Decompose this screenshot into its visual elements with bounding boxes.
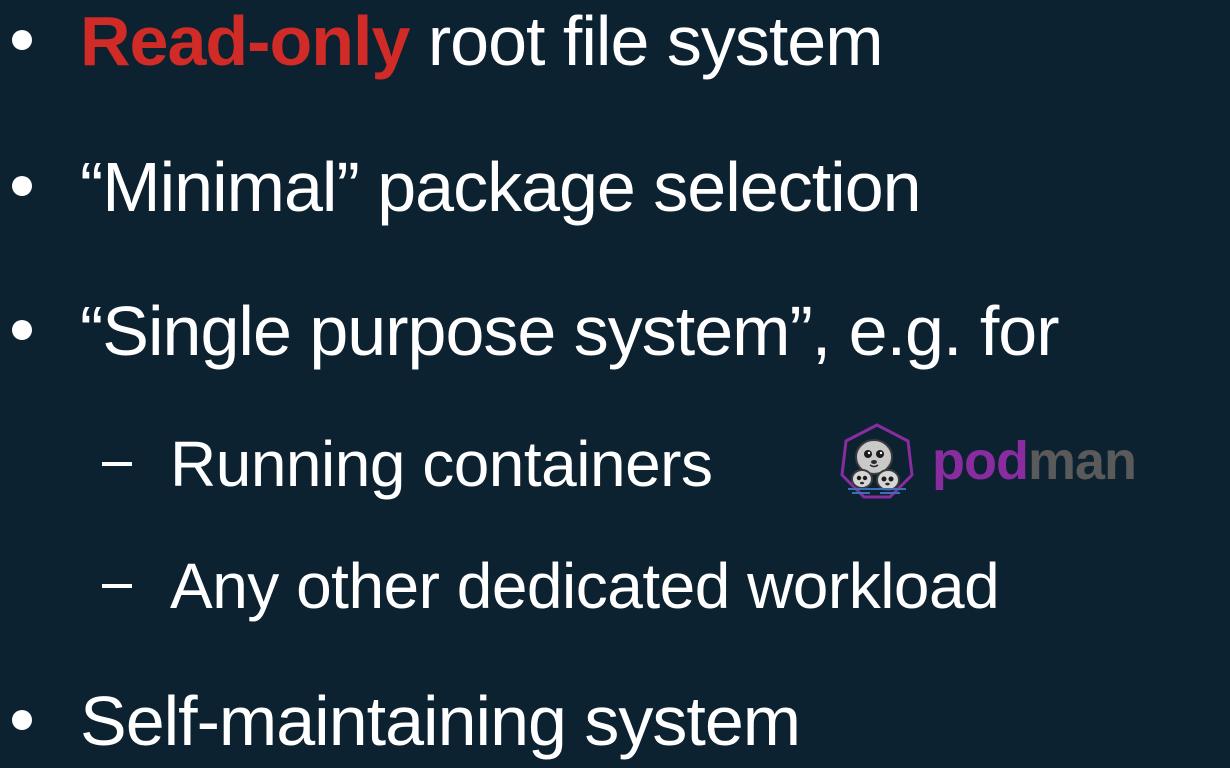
dash-marker bbox=[102, 462, 132, 466]
bullet-dot bbox=[12, 710, 32, 730]
podman-wordmark: podman bbox=[932, 431, 1137, 491]
bullet-item-single-purpose: “Single purpose system”, e.g. for bbox=[0, 290, 1230, 370]
dash-marker bbox=[102, 584, 132, 588]
bullet-text: Read-only root file system bbox=[80, 6, 884, 76]
podman-wordmark-man: man bbox=[1027, 431, 1137, 491]
highlight-text: Read-only bbox=[80, 2, 410, 80]
bullet-text: “Minimal” package selection bbox=[80, 148, 922, 226]
bullet-dot bbox=[12, 30, 32, 50]
podman-wordmark-pod: pod bbox=[932, 431, 1029, 491]
bullet-dot bbox=[12, 320, 32, 340]
slide: Read-only root file system “Minimal” pac… bbox=[0, 0, 1230, 768]
sub-bullet-text: Any other dedicated workload bbox=[170, 550, 1000, 622]
bullet-item-minimal: “Minimal” package selection bbox=[0, 146, 1230, 226]
podman-logo: podman bbox=[840, 423, 1137, 499]
podman-seals-icon bbox=[840, 423, 914, 499]
sub-bullet-item-other-workload: Any other dedicated workload bbox=[0, 550, 1230, 620]
bullet-text-rest: root file system bbox=[409, 2, 884, 80]
bullet-dot bbox=[12, 176, 32, 196]
bullet-item-self-maintaining: Self-maintaining system bbox=[0, 680, 1230, 760]
bullet-item-read-only: Read-only root file system bbox=[0, 0, 1230, 80]
bullet-text: Self-maintaining system bbox=[80, 682, 801, 760]
sub-bullet-text: Running containers bbox=[170, 428, 713, 500]
bullet-text: “Single purpose system”, e.g. for bbox=[80, 292, 1060, 370]
